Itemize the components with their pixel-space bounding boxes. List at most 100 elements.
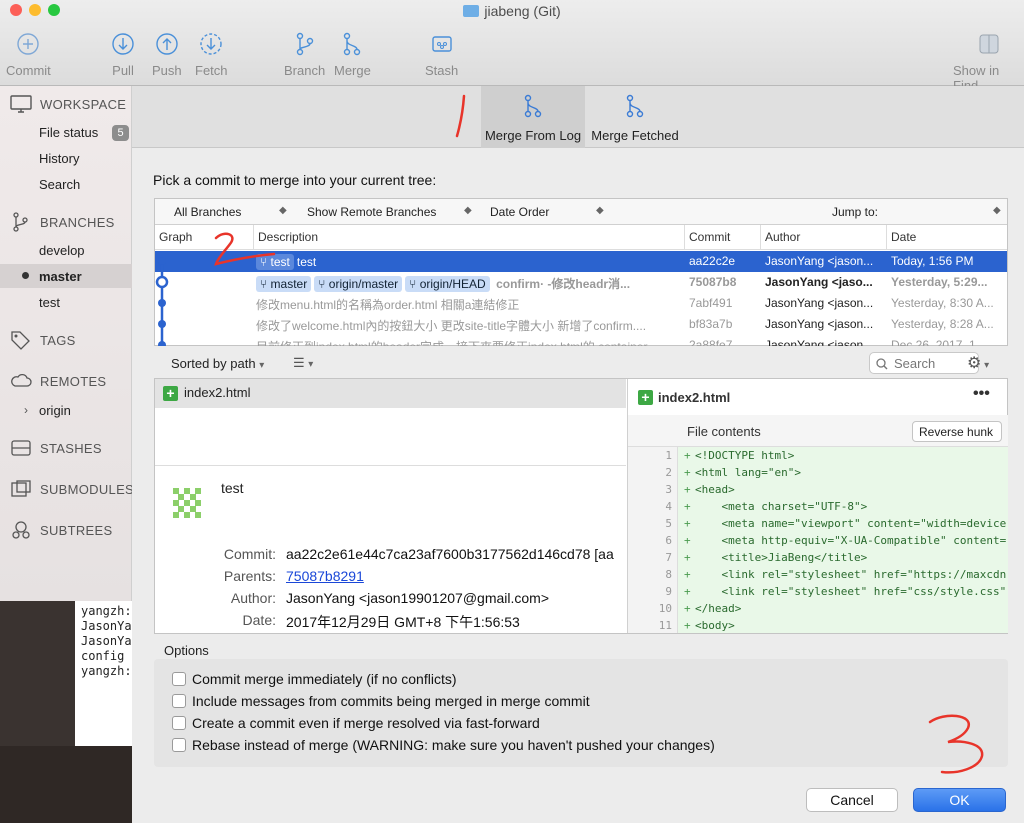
commit-immediately-checkbox[interactable]: Commit merge immediately (if no conflict… — [172, 671, 457, 687]
sidebar-item-test[interactable]: test — [39, 295, 60, 310]
col-date[interactable]: Date — [891, 230, 916, 244]
create-commit-checkbox[interactable]: Create a commit even if merge resolved v… — [172, 715, 540, 731]
commit-row[interactable]: ⑂ master ⑂ origin/master ⑂ origin/HEAD con… — [155, 272, 1007, 293]
code-line: 3 + <head> — [665, 483, 735, 496]
ok-button[interactable]: OK — [913, 788, 1006, 812]
sidebar-item-develop[interactable]: develop — [39, 243, 85, 258]
commit-row[interactable]: 修改menu.html的名稱為order.html 相關a連結修正 7abf49… — [155, 293, 1007, 314]
toolbar: jiabeng (Git) Commit Pull Push Fetch Bra… — [0, 0, 1024, 93]
sidebar-stashes-header[interactable]: STASHES — [10, 438, 102, 458]
sort-by-select[interactable]: Sorted by path ▾ — [171, 356, 264, 371]
code-line: 9 + <link rel="stylesheet" href="css/styl… — [665, 585, 1007, 598]
finder-icon — [979, 34, 998, 54]
diff-file-header: + index2.html ••• — [628, 379, 1008, 415]
show-in-finder-button[interactable]: Show in Find — [953, 32, 1024, 93]
sidebar-item-history[interactable]: History — [39, 151, 79, 166]
current-branch-icon — [22, 272, 29, 279]
chevron-right-icon[interactable]: › — [24, 403, 28, 417]
chevron-updown-icon: ◆ — [596, 205, 604, 216]
diff-toolbar: Sorted by path ▾ ☰ ▾ Search ⚙ ▾ — [154, 348, 1008, 378]
chevron-updown-icon: ◆ — [993, 205, 1001, 216]
sidebar-branches-header[interactable]: BRANCHES — [10, 212, 115, 232]
commit-date: 2017年12月29日 GMT+8 下午1:56:53 — [286, 614, 520, 630]
chevron-updown-icon: ◆ — [279, 205, 287, 216]
sidebar-remotes-header[interactable]: REMOTES — [10, 371, 106, 391]
commit-row[interactable]: 修改了welcome.html內的按鈕大小 更改site-title字體大小 新… — [155, 314, 1007, 335]
sidebar-tags-header[interactable]: TAGS — [10, 330, 76, 350]
rebase-checkbox[interactable]: Rebase instead of merge (WARNING: make s… — [172, 737, 715, 753]
push-icon — [156, 33, 178, 55]
diff-panes: + index2.html test Commit: aa22c2e61e44c… — [154, 378, 1008, 634]
merge-tabs: Merge From Log Merge Fetched — [132, 86, 1024, 148]
sidebar-item-origin[interactable]: origin — [39, 403, 71, 418]
search-field[interactable]: Search — [869, 352, 979, 374]
stash-button[interactable]: Stash — [425, 32, 458, 78]
merge-options: Commit merge immediately (if no conflict… — [154, 659, 1008, 767]
commit-subject: test — [221, 480, 244, 496]
file-status-count-badge: 5 — [112, 125, 129, 141]
commit-row[interactable]: ⑂ test test aa22c2e JasonYang <jason... T… — [155, 251, 1007, 272]
sidebar: WORKSPACE File status 5 History Search B… — [0, 86, 134, 601]
tab-merge-from-log[interactable]: Merge From Log — [481, 86, 585, 148]
more-options-icon[interactable]: ••• — [973, 385, 990, 403]
parent-commit-link[interactable]: 75087b8291 — [286, 568, 364, 584]
cloud-icon — [11, 373, 32, 387]
sidebar-submodules-header[interactable]: SUBMODULES — [10, 479, 134, 499]
sidebar-item-search[interactable]: Search — [39, 177, 80, 192]
code-line: 1 + <!DOCTYPE html> — [665, 449, 795, 462]
sidebar-subtrees-header[interactable]: SUBTREES — [10, 520, 112, 540]
commit-row[interactable]: 目前修正到index.html的header完成，接下來要修正index.htm… — [155, 335, 1007, 346]
search-icon — [876, 358, 888, 370]
graph-node — [158, 299, 166, 307]
remote-branches-select[interactable]: Show Remote Branches — [307, 205, 436, 219]
sidebar-workspace-header[interactable]: WORKSPACE — [10, 94, 126, 114]
commit-author: JasonYang <jason19901207@gmail.com> — [286, 590, 550, 606]
branch-button[interactable]: Branch — [284, 32, 325, 78]
push-button[interactable]: Push — [152, 32, 182, 78]
gear-icon[interactable]: ⚙ ▾ — [967, 353, 989, 373]
tag-icon — [11, 331, 30, 350]
search-input[interactable]: Search — [894, 356, 935, 371]
reverse-hunk-button[interactable]: Reverse hunk — [912, 421, 1002, 442]
col-graph[interactable]: Graph — [159, 230, 192, 244]
branch-icon — [296, 32, 313, 56]
branches-filter-select[interactable]: All Branches — [174, 205, 241, 219]
sidebar-item-master[interactable]: master — [39, 269, 82, 284]
log-filter-bar: All Branches ◆ Show Remote Branches ◆ Da… — [155, 199, 1007, 225]
chevron-down-icon: ▾ — [259, 360, 265, 371]
commit-button[interactable]: Commit — [6, 32, 51, 78]
col-description[interactable]: Description — [258, 230, 318, 244]
code-line: 4 + <meta charset="UTF-8"> — [665, 500, 868, 513]
tab-merge-fetched[interactable]: Merge Fetched — [587, 86, 683, 148]
added-file-icon: + — [163, 386, 178, 401]
commit-hash: aa22c2e61e44c7ca23af7600b3177562d146cd78… — [286, 546, 614, 562]
commit-log: All Branches ◆ Show Remote Branches ◆ Da… — [154, 198, 1008, 346]
commit-details: test Commit: aa22c2e61e44c7ca23af7600b31… — [155, 465, 626, 633]
graph-node — [158, 257, 166, 265]
code-line: 2 + <html lang="en"> — [665, 466, 801, 479]
merge-sheet: Merge From Log Merge Fetched Pick a comm… — [132, 86, 1024, 823]
code-line: 6 + <meta http-equiv="X-UA-Compatible" co… — [665, 534, 1007, 547]
avatar — [165, 480, 209, 524]
list-view-icon[interactable]: ☰ ▾ — [293, 355, 313, 371]
hunk-header: File contents Reverse hunk — [628, 415, 1008, 447]
graph-node — [158, 320, 166, 328]
plus-circle-icon — [17, 33, 40, 55]
file-list-item[interactable]: + index2.html — [155, 379, 626, 408]
window-title: jiabeng (Git) — [0, 3, 1024, 19]
sidebar-item-file-status[interactable]: File status — [39, 125, 98, 140]
merge-button[interactable]: Merge — [334, 32, 371, 78]
order-select[interactable]: Date Order — [490, 205, 549, 219]
pull-icon — [112, 33, 134, 55]
merge-icon — [344, 32, 361, 56]
pull-button[interactable]: Pull — [111, 32, 135, 78]
jump-to-select[interactable]: Jump to: — [832, 205, 878, 219]
submodule-icon — [11, 480, 31, 497]
col-commit[interactable]: Commit — [689, 230, 730, 244]
stash-icon — [431, 36, 452, 52]
fetch-button[interactable]: Fetch — [195, 32, 228, 78]
col-author[interactable]: Author — [765, 230, 800, 244]
include-messages-checkbox[interactable]: Include messages from commits being merg… — [172, 693, 590, 709]
commit-graph — [155, 257, 169, 346]
cancel-button[interactable]: Cancel — [806, 788, 898, 812]
